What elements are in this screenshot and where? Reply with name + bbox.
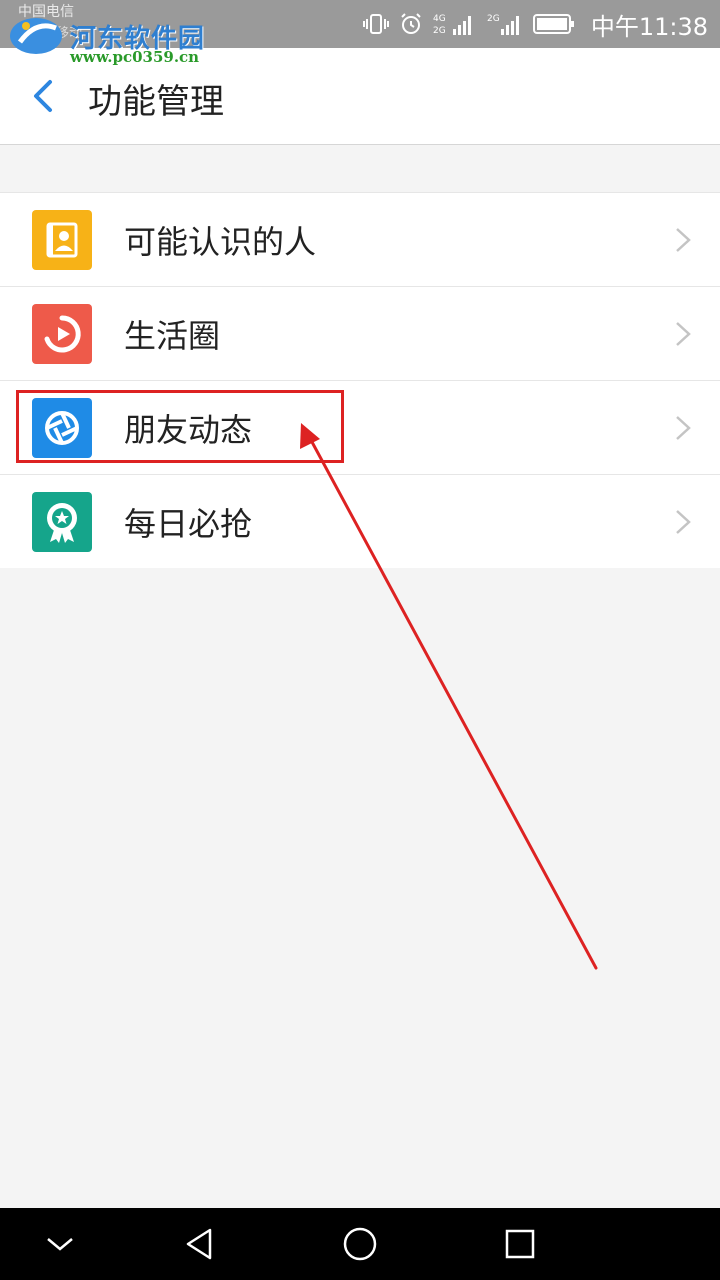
chevron-right-icon — [676, 416, 691, 440]
item-label: 朋友动态 — [124, 411, 253, 449]
battery-icon — [532, 13, 575, 35]
item-label: 可能认识的人 — [124, 223, 317, 261]
watermark: 河东软件园 www.pc0359.cn — [6, 10, 236, 68]
collapse-button[interactable] — [38, 1222, 82, 1266]
vibrate-icon — [362, 12, 389, 36]
list-item-daily-deals[interactable]: 每日必抢 — [0, 475, 720, 568]
list-item-life-circle[interactable]: 生活圈 — [0, 287, 720, 381]
award-badge-icon — [32, 492, 92, 552]
collapse-icon — [47, 1238, 73, 1251]
item-label: 每日必抢 — [124, 505, 253, 543]
chevron-right-icon — [676, 510, 691, 534]
chevron-right-icon — [676, 322, 691, 346]
status-time: 中午11:38 — [590, 12, 708, 41]
watermark-logo-icon — [10, 18, 62, 54]
page-title: 功能管理 — [88, 82, 224, 122]
signal-4g-icon: 4G 2G — [433, 11, 477, 37]
contact-card-icon — [32, 210, 92, 270]
home-circle-icon — [343, 1227, 377, 1261]
watermark-url: www.pc0359.cn — [70, 48, 200, 66]
back-nav-button[interactable] — [178, 1222, 222, 1266]
chevron-right-icon — [676, 228, 691, 252]
recents-button[interactable] — [498, 1222, 542, 1266]
back-button[interactable] — [24, 76, 64, 116]
network-label-2g-second: 2G — [487, 14, 500, 24]
recents-square-icon — [505, 1229, 535, 1259]
navigation-bar — [0, 1208, 720, 1280]
play-circle-icon — [32, 304, 92, 364]
chevron-left-icon — [34, 80, 52, 112]
aperture-icon — [32, 398, 92, 458]
status-icons: 4G 2G 2G 中午11:38 — [362, 8, 708, 41]
list-item-friend-updates[interactable]: 朋友动态 — [0, 381, 720, 475]
network-label-2g: 2G — [433, 26, 446, 36]
signal-2g-icon: 2G — [487, 11, 523, 37]
alarm-icon — [399, 12, 423, 36]
network-label-4g: 4G — [433, 14, 446, 24]
list-item-people-you-may-know[interactable]: 可能认识的人 — [0, 193, 720, 287]
feature-list: 可能认识的人 生活圈 朋友动态 每日必抢 — [0, 192, 720, 568]
back-triangle-icon — [186, 1228, 212, 1260]
item-label: 生活圈 — [124, 317, 221, 355]
home-button[interactable] — [338, 1222, 382, 1266]
